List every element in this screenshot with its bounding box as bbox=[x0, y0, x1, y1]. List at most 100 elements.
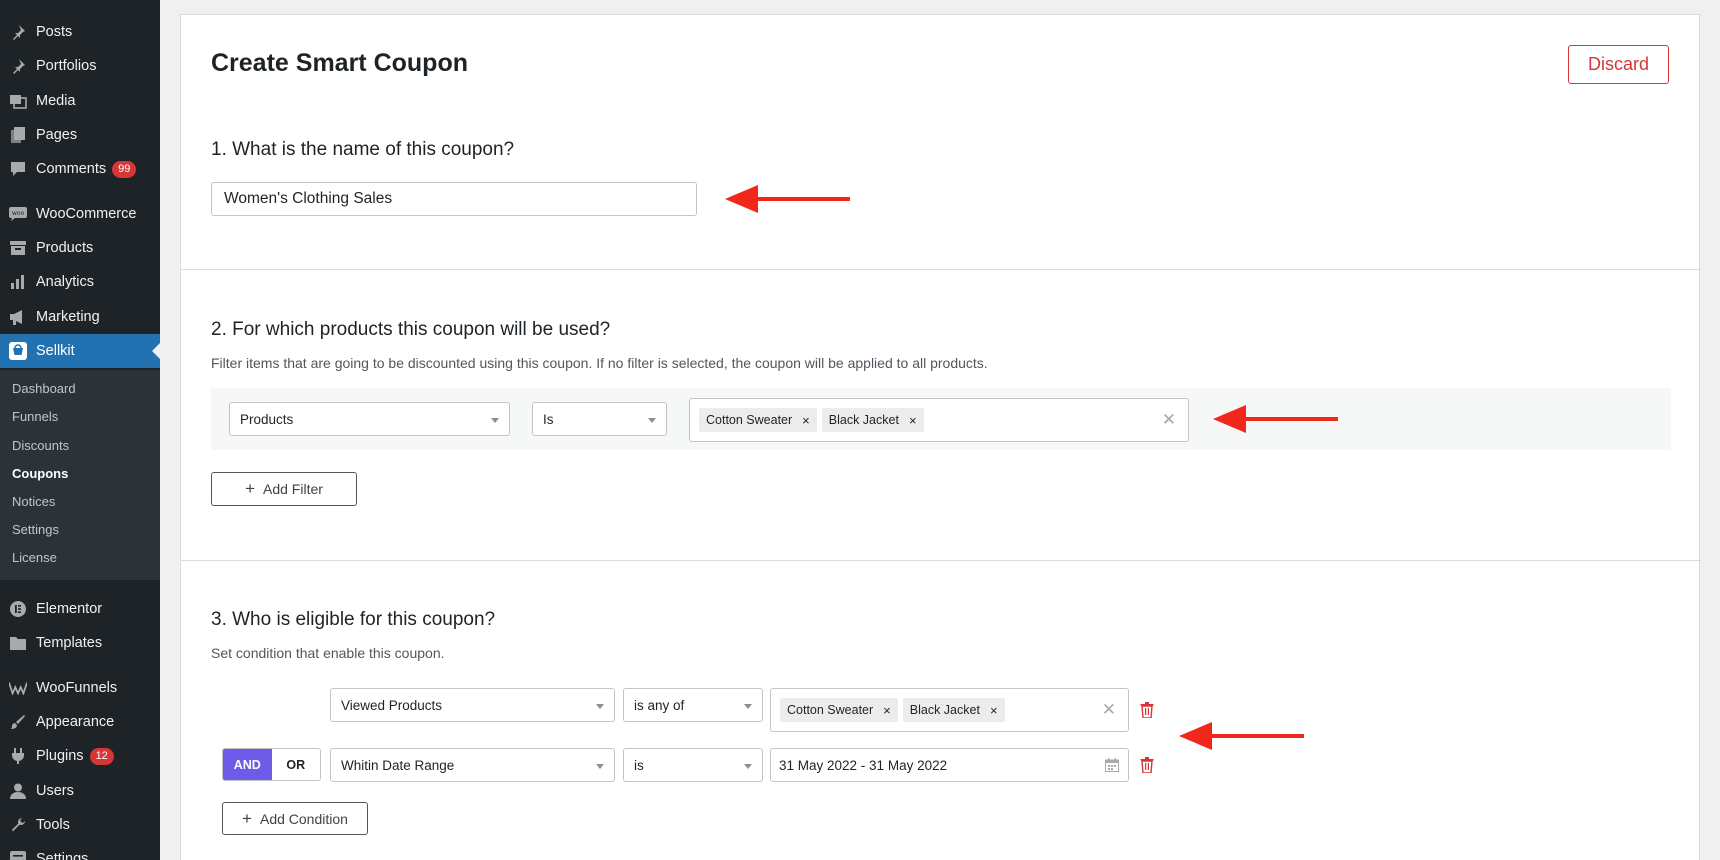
settings-icon bbox=[9, 850, 27, 860]
annotation-arrow-icon bbox=[1213, 405, 1338, 433]
menu-label: Elementor bbox=[36, 601, 103, 617]
and-or-toggle[interactable]: AND OR bbox=[222, 748, 321, 781]
menu-item-analytics[interactable]: Analytics bbox=[0, 265, 160, 299]
menu-label: Tools bbox=[36, 817, 70, 833]
discard-button[interactable]: Discard bbox=[1568, 45, 1669, 84]
menu-item-sellkit[interactable]: Sellkit bbox=[0, 334, 160, 368]
remove-tag-icon[interactable]: × bbox=[883, 703, 891, 718]
menu-item-portfolios[interactable]: Portfolios bbox=[0, 49, 160, 83]
remove-tag-icon[interactable]: × bbox=[909, 413, 917, 428]
menu-label: Comments bbox=[36, 161, 107, 177]
add-filter-button[interactable]: + Add Filter bbox=[211, 472, 357, 506]
submenu-item-notices[interactable]: Notices bbox=[12, 494, 55, 509]
delete-condition-2-trash-icon[interactable] bbox=[1140, 757, 1154, 773]
menu-label: Settings bbox=[36, 851, 89, 860]
submenu-item-license[interactable]: License bbox=[12, 550, 57, 565]
submenu-item-funnels[interactable]: Funnels bbox=[12, 409, 58, 424]
submenu-item-settings[interactable]: Settings bbox=[12, 522, 59, 537]
chevron-down-icon bbox=[744, 764, 752, 769]
condition-1-operator-select[interactable]: is any of bbox=[623, 688, 763, 722]
button-label: Add Filter bbox=[263, 481, 323, 497]
wrench-icon bbox=[9, 816, 27, 834]
filter-field-select[interactable]: Products bbox=[229, 402, 510, 436]
menu-item-appearance[interactable]: Appearance bbox=[0, 705, 160, 739]
menu-item-posts[interactable]: Posts bbox=[0, 15, 160, 49]
menu-label: Products bbox=[36, 240, 94, 256]
menu-label: Portfolios bbox=[36, 58, 97, 74]
remove-tag-icon[interactable]: × bbox=[802, 413, 810, 428]
section-divider bbox=[181, 269, 1701, 270]
coupon-form-card: Create Smart Coupon Discard 1. What is t… bbox=[180, 14, 1701, 860]
clear-selection-icon[interactable]: ✕ bbox=[1162, 411, 1176, 429]
menu-item-woofunnels[interactable]: WooFunnels bbox=[0, 671, 160, 705]
remove-tag-icon[interactable]: × bbox=[990, 703, 998, 718]
or-option[interactable]: OR bbox=[271, 749, 320, 780]
menu-item-tools[interactable]: Tools bbox=[0, 808, 160, 842]
pin-icon bbox=[9, 23, 27, 41]
menu-label: Posts bbox=[36, 24, 73, 40]
select-value: Products bbox=[240, 411, 294, 427]
submenu-item-discounts[interactable]: Discounts bbox=[12, 438, 69, 453]
folder-icon bbox=[9, 634, 27, 652]
menu-item-woocommerce[interactable]: woo WooCommerce bbox=[0, 197, 160, 231]
menu-item-media[interactable]: Media bbox=[0, 84, 160, 118]
date-range-input[interactable]: 31 May 2022 - 31 May 2022 bbox=[770, 748, 1129, 782]
select-value: Whitin Date Range bbox=[341, 757, 455, 773]
chevron-down-icon bbox=[648, 418, 656, 423]
section-3-description: Set condition that enable this coupon. bbox=[211, 645, 445, 661]
pages-icon bbox=[9, 126, 27, 144]
svg-text:woo: woo bbox=[12, 210, 25, 217]
plug-icon bbox=[9, 747, 27, 765]
archive-icon bbox=[9, 239, 27, 257]
calendar-icon bbox=[1105, 758, 1119, 772]
condition-1-products-multiselect[interactable]: Cotton Sweater × Black Jacket × ✕ bbox=[770, 688, 1129, 732]
menu-item-settings[interactable]: Settings bbox=[0, 842, 160, 860]
menu-item-pages[interactable]: Pages bbox=[0, 118, 160, 152]
tag-label: Cotton Sweater bbox=[706, 413, 793, 427]
woofunnels-icon bbox=[9, 679, 27, 697]
filter-products-multiselect[interactable]: Cotton Sweater × Black Jacket × ✕ bbox=[689, 398, 1189, 442]
menu-label: Users bbox=[36, 783, 74, 799]
clear-selection-icon[interactable]: ✕ bbox=[1102, 701, 1116, 719]
coupon-name-input[interactable] bbox=[211, 182, 697, 216]
chevron-down-icon bbox=[491, 418, 499, 423]
delete-condition-1-trash-icon[interactable] bbox=[1140, 702, 1154, 718]
menu-label: Analytics bbox=[36, 274, 95, 290]
add-condition-button[interactable]: + Add Condition bbox=[222, 802, 368, 835]
condition-2-operator-select[interactable]: is bbox=[623, 748, 763, 782]
filter-operator-select[interactable]: Is bbox=[532, 402, 667, 436]
sellkit-submenu: Dashboard Funnels Discounts Coupons Noti… bbox=[0, 370, 160, 580]
menu-item-marketing[interactable]: Marketing bbox=[0, 300, 160, 334]
and-option[interactable]: AND bbox=[223, 749, 272, 780]
menu-item-users[interactable]: Users bbox=[0, 774, 160, 808]
submenu-item-dashboard[interactable]: Dashboard bbox=[12, 381, 76, 396]
bar-chart-icon bbox=[9, 273, 27, 291]
menu-label: Marketing bbox=[36, 309, 100, 325]
brush-icon bbox=[9, 713, 27, 731]
plus-icon: + bbox=[242, 808, 252, 828]
tag-label: Black Jacket bbox=[828, 413, 899, 427]
menu-item-plugins[interactable]: Plugins 12 bbox=[0, 739, 160, 773]
menu-item-templates[interactable]: Templates bbox=[0, 626, 160, 660]
menu-item-products[interactable]: Products bbox=[0, 231, 160, 265]
select-value: Viewed Products bbox=[341, 697, 443, 713]
menu-label: Templates bbox=[36, 635, 103, 651]
product-tag: Black Jacket × bbox=[902, 698, 1005, 722]
menu-label: Plugins bbox=[36, 748, 84, 764]
media-icon bbox=[9, 92, 27, 110]
plus-icon: + bbox=[245, 479, 255, 498]
comment-icon bbox=[9, 160, 27, 178]
comments-count-badge: 99 bbox=[112, 160, 137, 178]
annotation-arrow-icon bbox=[725, 185, 850, 213]
condition-2-field-select[interactable]: Whitin Date Range bbox=[330, 748, 615, 782]
select-value: is bbox=[634, 757, 644, 773]
section-divider bbox=[181, 560, 1701, 561]
menu-item-comments[interactable]: Comments 99 bbox=[0, 152, 160, 186]
admin-sidebar: Posts Portfolios Media Pages Comments 99… bbox=[0, 0, 160, 860]
date-range-value: 31 May 2022 - 31 May 2022 bbox=[779, 757, 948, 773]
condition-1-field-select[interactable]: Viewed Products bbox=[330, 688, 615, 722]
menu-item-elementor[interactable]: Elementor bbox=[0, 592, 160, 626]
button-label: Add Condition bbox=[259, 810, 348, 827]
pin-icon bbox=[9, 57, 27, 75]
submenu-item-coupons[interactable]: Coupons bbox=[12, 466, 68, 481]
